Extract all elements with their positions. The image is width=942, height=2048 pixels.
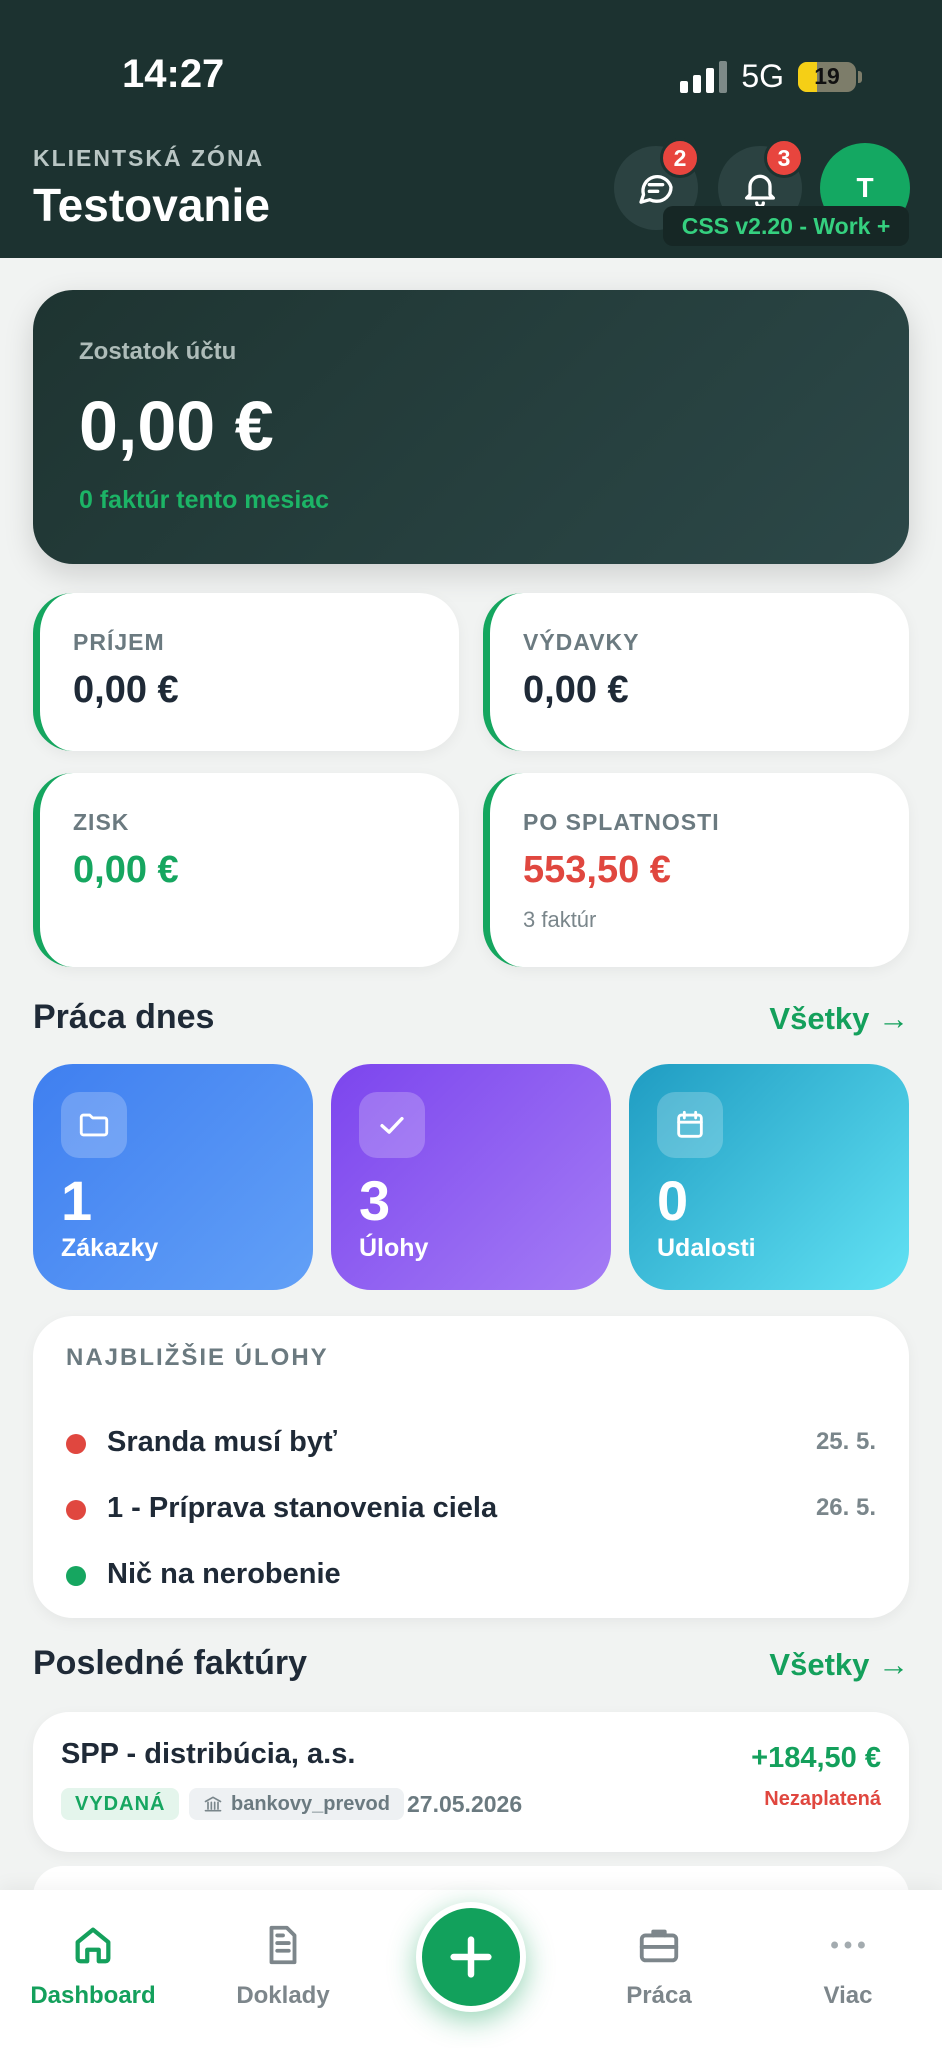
invoice-amount: +184,50 €	[751, 1742, 881, 1774]
overdue-count: 3 faktúr	[523, 907, 597, 932]
bank-icon	[204, 1796, 222, 1812]
tile-zakazky[interactable]: 1 Zákazky	[33, 1064, 313, 1290]
nav-label: Práca	[626, 1982, 692, 2009]
invoice-date: 27.05.2026	[407, 1791, 523, 1817]
status-badge: VYDANÁ	[61, 1788, 180, 1820]
nav-label: Doklady	[236, 1982, 330, 2009]
nav-dashboard[interactable]: Dashboard	[8, 1922, 178, 2010]
income-value: 0,00 €	[73, 669, 179, 711]
task-date: 26. 5.	[815, 1494, 876, 1521]
work-today-title: Práca dnes	[33, 998, 215, 1036]
priority-dot	[66, 1566, 86, 1586]
balance-value: 0,00 €	[79, 387, 274, 465]
overdue-card[interactable]: PO SPLATNOSTI 553,50 € 3 faktúr	[483, 773, 909, 967]
nav-label: Viac	[823, 1982, 873, 2009]
status-time: 14:27	[122, 52, 225, 96]
nav-doklady[interactable]: Doklady	[198, 1922, 368, 2010]
recent-invoices-title: Posledné faktúry	[33, 1644, 307, 1682]
task-date: 25. 5.	[815, 1428, 876, 1455]
add-button[interactable]	[416, 1902, 526, 2012]
status-indicators: 5G 19	[680, 58, 862, 95]
profit-value: 0,00 €	[73, 849, 179, 891]
page-title: Testovanie	[33, 179, 270, 231]
more-icon	[831, 1941, 865, 1949]
signal-icon	[680, 60, 728, 93]
recent-invoices-all-link[interactable]: Všetky →	[769, 1647, 909, 1683]
messages-badge: 2	[660, 138, 700, 178]
nav-viac[interactable]: Viac	[763, 1922, 933, 2010]
tile-label: Udalosti	[657, 1234, 756, 1262]
briefcase-icon	[639, 1929, 679, 1963]
profit-card[interactable]: ZISK 0,00 €	[33, 773, 459, 967]
header-subtitle: KLIENTSKÁ ZÓNA	[33, 145, 265, 171]
tile-ulohy[interactable]: 3 Úlohy	[331, 1064, 611, 1290]
tile-label: Úlohy	[359, 1234, 429, 1262]
tile-count: 0	[657, 1169, 689, 1232]
network-label: 5G	[741, 58, 784, 94]
version-tag: CSS v2.20 - Work +	[663, 206, 909, 246]
tile-udalosti[interactable]: 0 Udalosti	[629, 1064, 909, 1290]
document-icon	[269, 1925, 297, 1965]
overdue-value: 553,50 €	[523, 849, 671, 891]
list-item[interactable]: 1 - Príprava stanovenia ciela 26. 5.	[66, 1490, 876, 1530]
check-icon	[359, 1092, 425, 1158]
balance-note: 0 faktúr tento mesiac	[79, 486, 330, 514]
nav-label: Dashboard	[30, 1982, 156, 2009]
task-name: Sranda musí byť	[107, 1426, 337, 1458]
notifications-badge: 3	[764, 138, 804, 178]
priority-dot	[66, 1500, 86, 1520]
folder-icon	[61, 1092, 127, 1158]
priority-dot	[66, 1434, 86, 1454]
profit-label: ZISK	[73, 809, 130, 835]
task-name: Nič na nerobenie	[107, 1558, 341, 1590]
income-card[interactable]: PRÍJEM 0,00 €	[33, 593, 459, 751]
list-item[interactable]: Nič na nerobenie	[66, 1556, 876, 1596]
calendar-icon	[657, 1092, 723, 1158]
balance-label: Zostatok účtu	[79, 338, 237, 365]
list-item[interactable]: Sranda musí byť 25. 5.	[66, 1424, 876, 1464]
task-name: 1 - Príprava stanovenia ciela	[107, 1492, 498, 1524]
overdue-label: PO SPLATNOSTI	[523, 809, 720, 835]
tile-count: 1	[61, 1169, 93, 1232]
expenses-value: 0,00 €	[523, 669, 629, 711]
home-icon	[75, 1927, 111, 1964]
payment-method-label: bankovy_prevod	[231, 1792, 390, 1815]
upcoming-tasks-title: NAJBLIŽŠIE ÚLOHY	[66, 1344, 329, 1371]
invoice-name: SPP - distribúcia, a.s.	[61, 1738, 356, 1770]
app-header: 14:27 5G 19 KLIENTSKÁ ZÓNA Testovanie 2 …	[0, 0, 942, 258]
battery-icon: 19	[798, 61, 856, 92]
work-today-all-link[interactable]: Všetky →	[769, 1001, 909, 1037]
income-label: PRÍJEM	[73, 629, 165, 655]
plus-icon	[450, 1936, 492, 1978]
expenses-label: VÝDAVKY	[523, 629, 640, 655]
upcoming-tasks-card: NAJBLIŽŠIE ÚLOHY Sranda musí byť 25. 5. …	[33, 1316, 909, 1618]
invoice-row[interactable]: SPP - distribúcia, a.s. +184,50 € Nezapl…	[33, 1712, 909, 1852]
balance-card[interactable]: Zostatok účtu 0,00 € 0 faktúr tento mesi…	[33, 290, 909, 564]
invoice-payment-state: Nezaplatená	[764, 1788, 881, 1810]
battery-level: 19	[814, 63, 840, 89]
nav-praca[interactable]: Práca	[574, 1922, 744, 2010]
payment-method-badge: bankovy_prevod	[189, 1788, 404, 1820]
tile-label: Zákazky	[61, 1234, 159, 1262]
expenses-card[interactable]: VÝDAVKY 0,00 €	[483, 593, 909, 751]
tile-count: 3	[359, 1169, 391, 1232]
